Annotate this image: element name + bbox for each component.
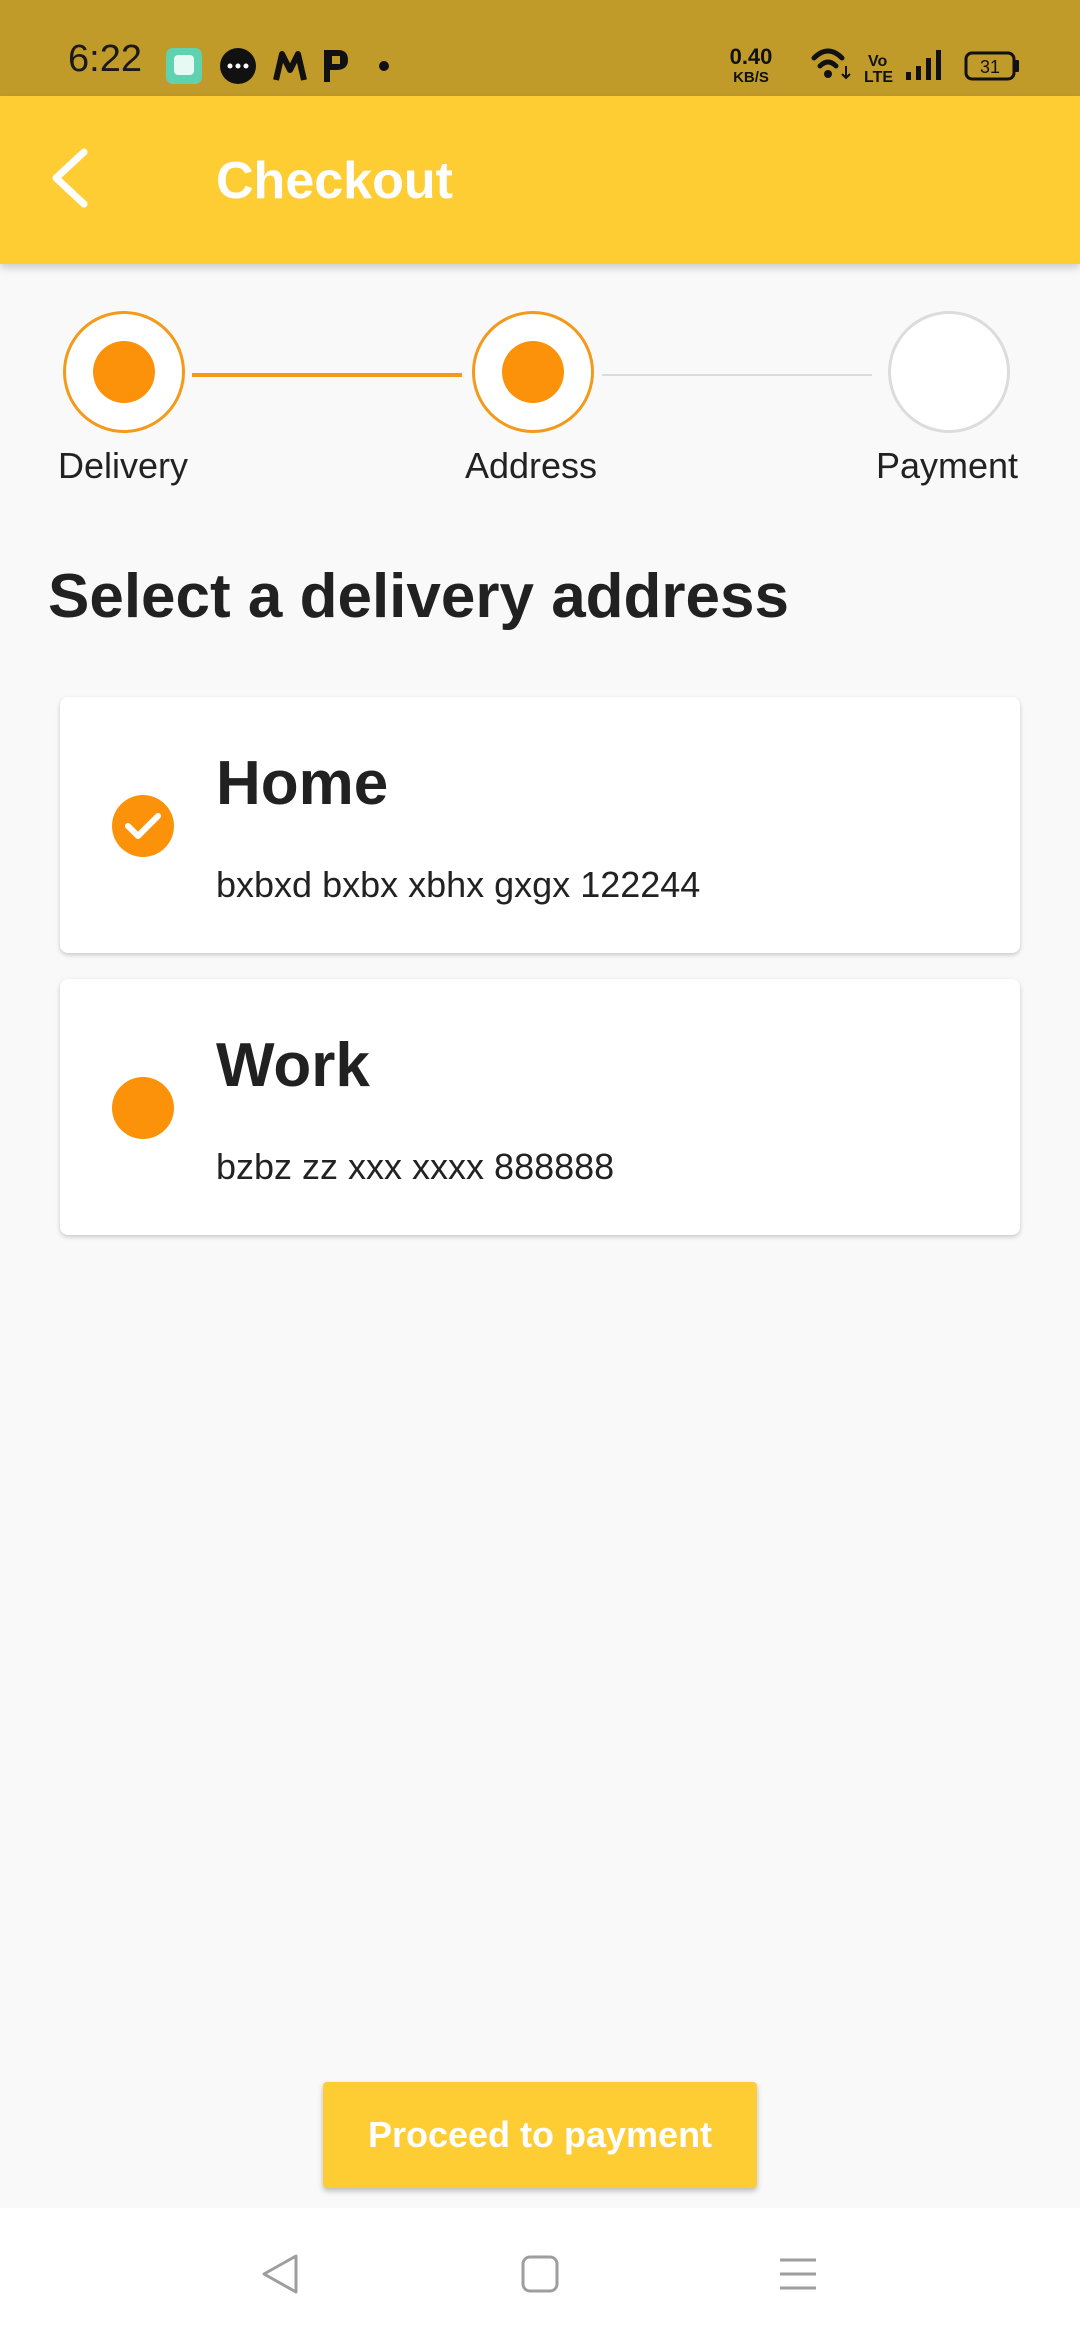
status-indicators: 0.40 KB/S Vo LTE 31 [730,44,1019,86]
volte-bottom: LTE [864,69,893,86]
step-payment-indicator [888,311,1010,433]
address-card-home[interactable]: Home bxbxd bxbx xbhx gxgx 122244 [60,697,1020,953]
nav-recents-button[interactable] [768,2244,828,2304]
m-app-icon [273,51,307,81]
signal-icon [906,50,941,80]
status-bar: 6:22 0.40 KB/S Vo LTE 31 [0,0,1080,96]
step-connector-delivery-address [192,373,462,377]
address-card-work[interactable]: Work bzbz zz xxx xxxx 888888 [60,979,1020,1235]
step-label-address: Address [464,445,598,486]
address-unselected-radio[interactable] [112,1077,174,1139]
back-button[interactable] [30,138,110,218]
net-speed-value: 0.40 [730,44,773,69]
page-title: Checkout [216,152,453,210]
step-address-dot [502,341,564,403]
gallery-app-icon [166,48,202,84]
address-selected-radio[interactable] [112,795,174,857]
volte-top: Vo [868,53,887,70]
net-speed-unit: KB/S [733,69,769,86]
check-icon [125,813,161,839]
battery-level: 31 [980,57,1000,77]
address-name: Home [216,749,389,818]
nav-home-button[interactable] [510,2244,570,2304]
system-nav-bar [0,2208,1080,2340]
step-delivery-dot [93,341,155,403]
address-name: Work [216,1031,370,1100]
messages-app-icon [220,48,256,84]
step-connector-address-payment [602,374,872,376]
back-triangle-icon [262,2254,298,2294]
chevron-left-icon [52,148,88,208]
step-label-delivery: Delivery [57,445,189,486]
wifi-icon [811,48,851,80]
home-square-icon [521,2255,559,2293]
step-label-payment: Payment [875,445,1019,486]
recents-menu-icon [780,2258,816,2290]
battery-icon: 31 [964,51,1019,81]
step-delivery-indicator [63,311,185,433]
p-app-icon [324,50,348,82]
more-notifications-dot-icon [379,61,389,71]
section-title: Select a delivery address [48,562,790,631]
app-bar: Checkout [0,96,1080,264]
proceed-to-payment-button[interactable]: Proceed to payment [323,2082,757,2188]
address-line: bzbz zz xxx xxxx 888888 [216,1146,615,1187]
status-time: 6:22 [68,38,142,80]
step-address-indicator [472,311,594,433]
nav-back-button[interactable] [250,2244,310,2304]
status-app-icons [166,48,389,84]
address-line: bxbxd bxbx xbhx gxgx 122244 [216,864,701,905]
